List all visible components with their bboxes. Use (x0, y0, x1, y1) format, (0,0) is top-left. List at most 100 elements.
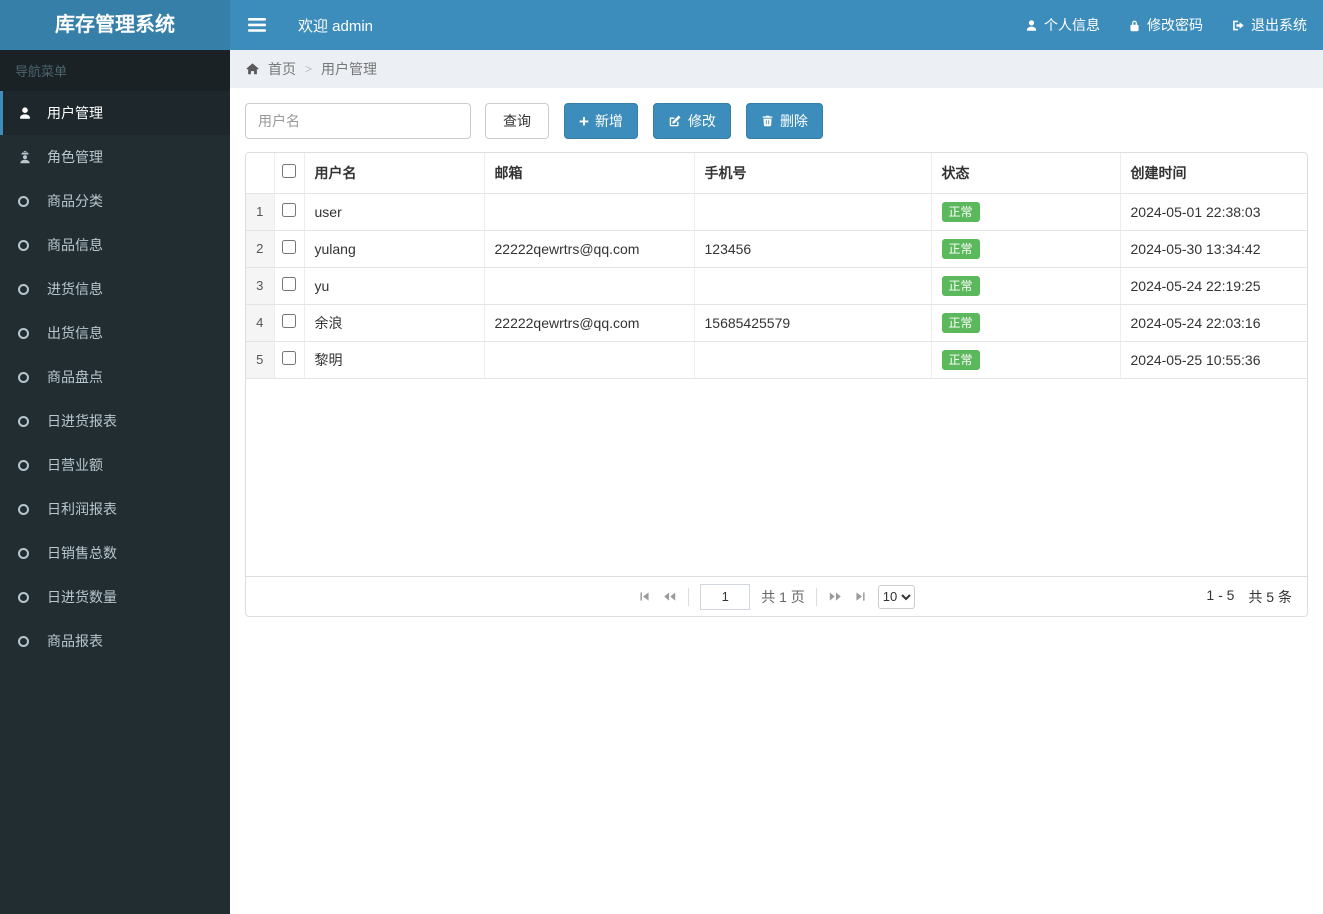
status-badge: 正常 (941, 350, 980, 370)
table-row[interactable]: 5 黎明 正常 2024-05-25 10:55:36 (246, 341, 1307, 379)
sign-out-icon (1233, 20, 1244, 30)
table-empty-area (246, 379, 1307, 577)
pager-divider (815, 587, 817, 606)
search-button[interactable]: 查询 (485, 103, 549, 139)
last-page-button[interactable] (854, 590, 867, 603)
delete-button[interactable]: 删除 (745, 103, 823, 139)
sidebar-item-3[interactable]: 商品信息 (0, 223, 230, 267)
row-index: 2 (246, 230, 275, 268)
sidebar-item-9[interactable]: 日利润报表 (0, 487, 230, 531)
index-column-header (246, 153, 275, 194)
home-icon (246, 63, 259, 75)
breadcrumb-home-label[interactable]: 首页 (268, 59, 296, 79)
circle-icon (18, 547, 40, 559)
sidebar-item-4[interactable]: 进货信息 (0, 267, 230, 311)
sidebar-item-10[interactable]: 日销售总数 (0, 531, 230, 575)
cell-status: 正常 (931, 304, 1121, 342)
page-number-input[interactable] (700, 583, 751, 610)
status-badge: 正常 (941, 202, 980, 222)
edit-button[interactable]: 修改 (652, 103, 731, 139)
row-index: 5 (246, 341, 275, 379)
status-badge: 正常 (941, 276, 980, 296)
row-checkbox[interactable] (282, 277, 296, 291)
sidebar-menu-header: 导航菜单 (0, 50, 230, 91)
user-table-panel: 用户名 邮箱 手机号 状态 创建时间 1 user 正常 2024-05-01 … (245, 152, 1308, 617)
next-page-button[interactable] (828, 590, 843, 603)
cell-username: 余浪 (304, 304, 485, 342)
sidebar-item-6[interactable]: 商品盘点 (0, 355, 230, 399)
cell-status: 正常 (931, 341, 1121, 379)
cell-email (484, 267, 695, 305)
breadcrumb: 首页 > 用户管理 (230, 50, 1323, 88)
cell-status: 正常 (931, 267, 1121, 305)
column-header-created: 创建时间 (1120, 153, 1307, 194)
cell-username: yu (304, 267, 485, 305)
row-checkbox[interactable] (282, 203, 296, 217)
user-icon (1026, 19, 1037, 31)
lock-icon (1130, 20, 1139, 31)
status-badge: 正常 (941, 313, 980, 333)
circle-icon (18, 591, 40, 603)
prev-page-button[interactable] (662, 590, 677, 603)
table-row[interactable]: 3 yu 正常 2024-05-24 22:19:25 (246, 267, 1307, 305)
cell-username: yulang (304, 230, 485, 268)
column-header-username: 用户名 (304, 153, 485, 194)
cell-phone: 15685425579 (694, 304, 932, 342)
sidebar-item-12[interactable]: 商品报表 (0, 619, 230, 663)
toolbar: 查询 + 新增 修改 删除 (245, 103, 1308, 139)
circle-icon (18, 283, 40, 295)
backward-icon (664, 592, 676, 601)
cell-phone (694, 267, 932, 305)
cell-created: 2024-05-01 22:38:03 (1120, 193, 1307, 231)
sidebar-item-2[interactable]: 商品分类 (0, 179, 230, 223)
breadcrumb-separator: > (305, 62, 313, 76)
first-page-button[interactable] (638, 590, 651, 603)
table-row[interactable]: 1 user 正常 2024-05-01 22:38:03 (246, 193, 1307, 231)
table-row[interactable]: 2 yulang 22222qewrtrs@qq.com 123456 正常 2… (246, 230, 1307, 268)
sidebar-item-1[interactable]: 角色管理 (0, 135, 230, 179)
change-password-link[interactable]: 修改密码 (1114, 0, 1217, 50)
username-search-input[interactable] (245, 103, 471, 139)
row-index: 3 (246, 267, 275, 305)
total-pages-label: 共 1 页 (761, 588, 805, 605)
page-size-select[interactable]: 10 (877, 584, 915, 609)
trash-icon (762, 115, 773, 127)
row-checkbox[interactable] (282, 351, 296, 365)
cell-email: 22222qewrtrs@qq.com (484, 304, 695, 342)
circle-icon (18, 459, 40, 471)
cell-status: 正常 (931, 193, 1121, 231)
sidebar-item-7[interactable]: 日进货报表 (0, 399, 230, 443)
record-range-label: 1 - 5 (1206, 586, 1235, 603)
column-header-phone: 手机号 (694, 153, 932, 194)
sidebar-item-8[interactable]: 日营业额 (0, 443, 230, 487)
cell-email (484, 341, 695, 379)
step-forward-icon (856, 592, 865, 601)
row-checkbox[interactable] (282, 314, 296, 328)
breadcrumb-current: 用户管理 (321, 61, 378, 77)
sidebar-item-0[interactable]: 用户管理 (0, 91, 230, 135)
cell-username: 黎明 (304, 341, 485, 379)
select-all-checkbox[interactable] (282, 164, 296, 179)
cell-phone: 123456 (694, 230, 932, 268)
app-title[interactable]: 库存管理系统 (0, 0, 230, 50)
sidebar-item-5[interactable]: 出货信息 (0, 311, 230, 355)
row-index: 4 (246, 304, 275, 342)
add-button[interactable]: + 新增 (564, 103, 638, 139)
cell-created: 2024-05-24 22:03:16 (1120, 304, 1307, 342)
breadcrumb-home[interactable]: 首页 (245, 59, 296, 79)
logout-link[interactable]: 退出系统 (1217, 0, 1323, 50)
cell-created: 2024-05-24 22:19:25 (1120, 267, 1307, 305)
cell-created: 2024-05-25 10:55:36 (1120, 341, 1307, 379)
hamburger-icon[interactable] (230, 0, 284, 50)
circle-icon (18, 503, 40, 515)
profile-link[interactable]: 个人信息 (1011, 0, 1114, 50)
circle-icon (18, 635, 40, 647)
cell-email (484, 193, 695, 231)
row-checkbox[interactable] (282, 240, 296, 254)
table-row[interactable]: 4 余浪 22222qewrtrs@qq.com 15685425579 正常 … (246, 304, 1307, 342)
cell-phone (694, 193, 932, 231)
cell-username: user (304, 193, 485, 231)
cell-phone (694, 341, 932, 379)
status-badge: 正常 (941, 239, 980, 259)
sidebar-item-11[interactable]: 日进货数量 (0, 575, 230, 619)
